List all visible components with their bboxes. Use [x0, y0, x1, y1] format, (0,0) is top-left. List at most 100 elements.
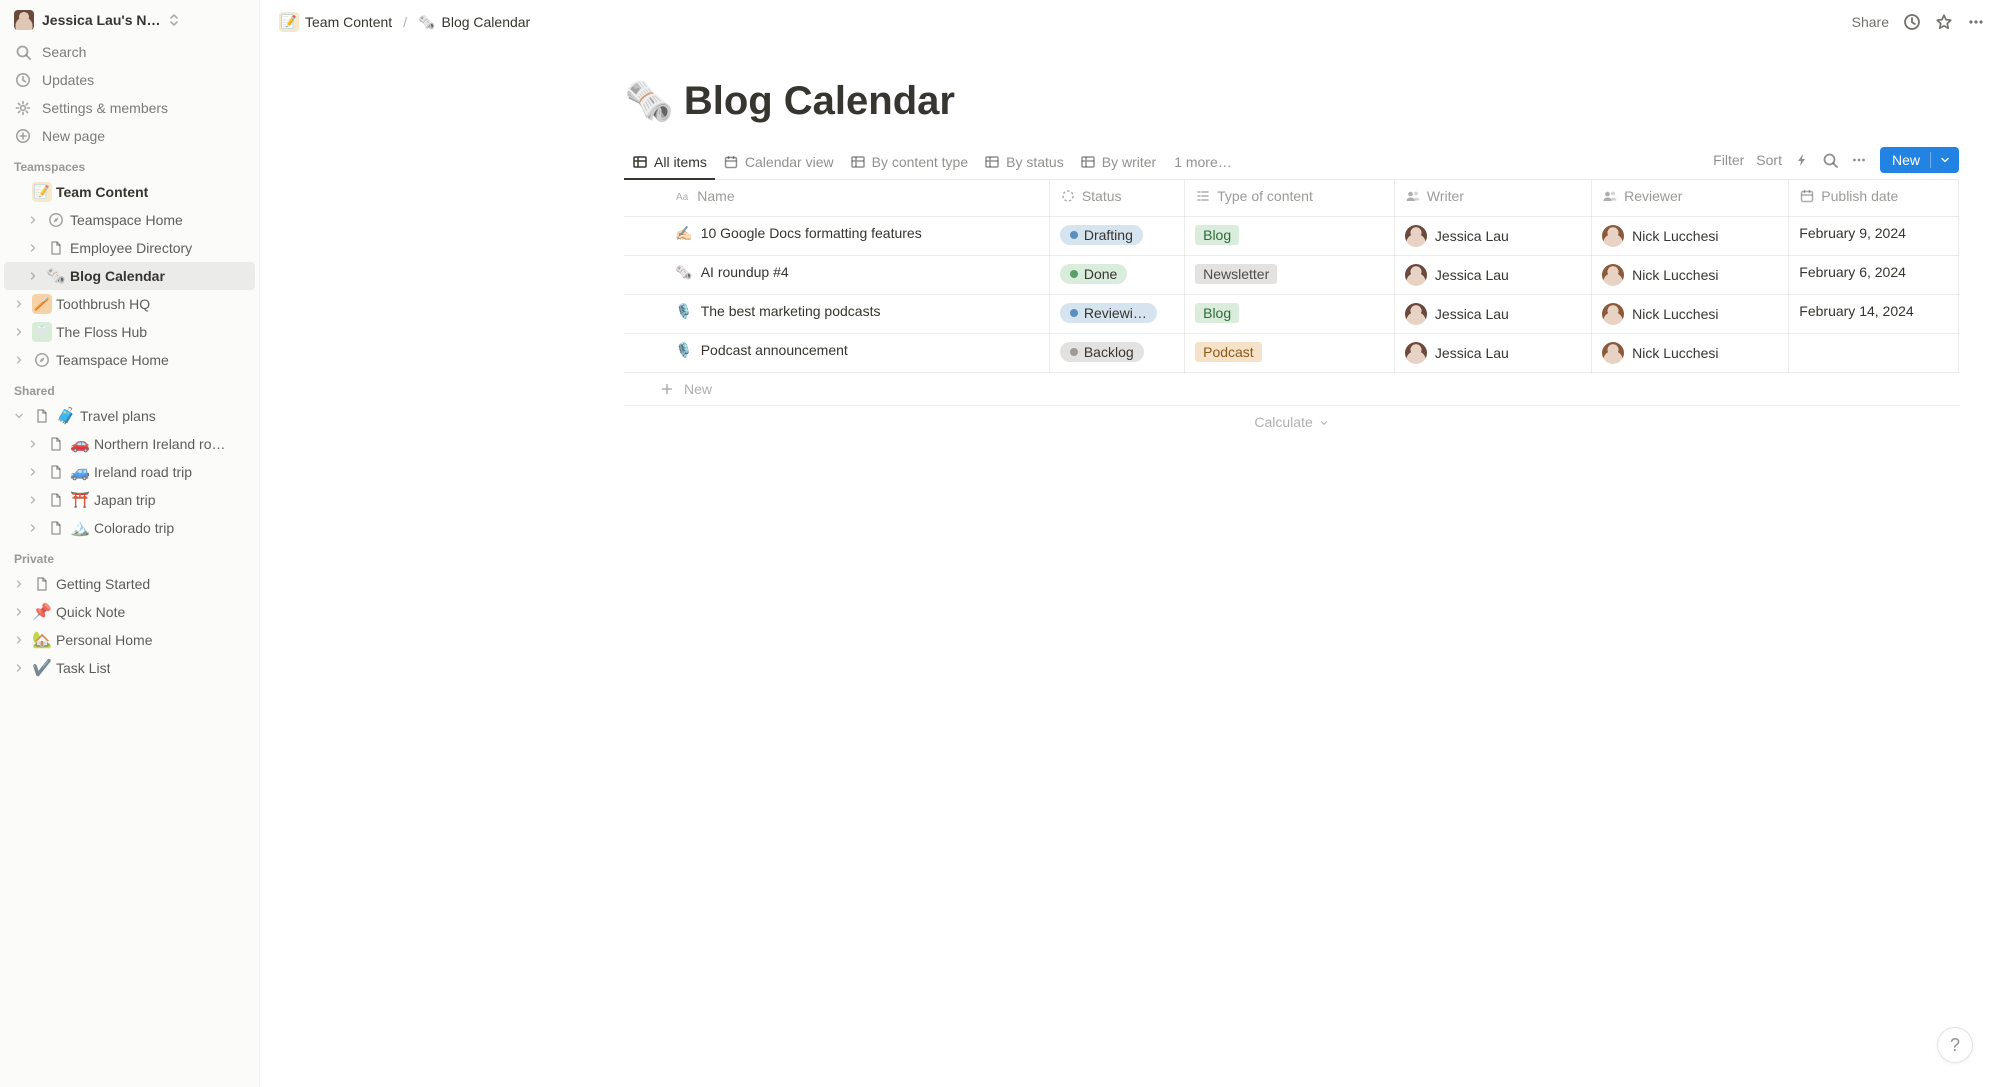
- sidebar-item[interactable]: 📝 Team Content: [4, 178, 255, 206]
- sidebar-item[interactable]: 🏔️ Colorado trip: [4, 514, 255, 542]
- chevron-right-icon[interactable]: [24, 239, 42, 257]
- page-title-text[interactable]: Blog Calendar: [684, 79, 955, 124]
- cell-type[interactable]: Blog: [1185, 216, 1395, 255]
- breadcrumb-item[interactable]: 🗞️Blog Calendar: [413, 11, 535, 34]
- page-title-icon[interactable]: 🗞️: [624, 78, 674, 125]
- cell-reviewer[interactable]: Nick Lucchesi: [1592, 216, 1789, 255]
- column-header[interactable]: Name: [665, 180, 1049, 216]
- table-row[interactable]: 🎙️ Podcast announcement Backlog Podcast …: [624, 333, 1959, 372]
- page-title[interactable]: 🗞️ Blog Calendar: [624, 78, 1959, 125]
- cell-reviewer[interactable]: Nick Lucchesi: [1592, 333, 1789, 372]
- cell-writer[interactable]: Jessica Lau: [1394, 333, 1591, 372]
- cell-writer[interactable]: Jessica Lau: [1394, 255, 1591, 294]
- nav-updates[interactable]: Updates: [4, 66, 255, 94]
- updates-button[interactable]: [1903, 13, 1921, 31]
- workspace-switcher[interactable]: Jessica Lau's N…: [4, 6, 255, 38]
- chevron-right-icon[interactable]: [10, 631, 28, 649]
- sidebar-item[interactable]: 🚗 Northern Ireland ro…: [4, 430, 255, 458]
- sidebar-item[interactable]: 🏡 Personal Home: [4, 626, 255, 654]
- column-header[interactable]: Reviewer: [1592, 180, 1789, 216]
- cell-status[interactable]: Done: [1049, 255, 1184, 294]
- sidebar-item[interactable]: 🗞️ Blog Calendar: [4, 262, 255, 290]
- share-button[interactable]: Share: [1852, 14, 1889, 30]
- calculate-label: Calculate: [1254, 414, 1312, 430]
- sidebar-item[interactable]: Teamspace Home: [4, 346, 255, 374]
- chevron-right-icon[interactable]: [10, 351, 28, 369]
- chevron-right-icon[interactable]: [24, 463, 42, 481]
- cell-name[interactable]: 🎙️ The best marketing podcasts: [665, 294, 1049, 333]
- chevron-right-icon[interactable]: [24, 267, 42, 285]
- cell-type[interactable]: Blog: [1185, 294, 1395, 333]
- help-button[interactable]: ?: [1937, 1027, 1973, 1063]
- sidebar-item[interactable]: 🧳 Travel plans: [4, 402, 255, 430]
- chevron-right-icon[interactable]: [10, 323, 28, 341]
- chevron-right-icon[interactable]: [10, 295, 28, 313]
- cell-type[interactable]: Podcast: [1185, 333, 1395, 372]
- sidebar-item[interactable]: 📌 Quick Note: [4, 598, 255, 626]
- cell-publish-date[interactable]: February 6, 2024: [1789, 255, 1959, 294]
- cell-publish-date[interactable]: February 14, 2024: [1789, 294, 1959, 333]
- search-db-button[interactable]: [1822, 152, 1838, 168]
- sidebar-item-label: Travel plans: [80, 408, 156, 424]
- filter-button[interactable]: Filter: [1713, 152, 1744, 168]
- column-header[interactable]: Type of content: [1185, 180, 1395, 216]
- view-tab[interactable]: By status: [976, 148, 1072, 179]
- add-row-button[interactable]: New: [624, 373, 1959, 406]
- chevron-right-icon[interactable]: [10, 575, 28, 593]
- cell-writer[interactable]: Jessica Lau: [1394, 216, 1591, 255]
- section-private: Private: [4, 542, 255, 570]
- table-row[interactable]: ✍🏻 10 Google Docs formatting features Dr…: [624, 216, 1959, 255]
- new-row-button[interactable]: New: [1880, 147, 1959, 173]
- view-tab[interactable]: By content type: [842, 148, 977, 179]
- cell-publish-date[interactable]: February 9, 2024: [1789, 216, 1959, 255]
- cell-reviewer[interactable]: Nick Lucchesi: [1592, 294, 1789, 333]
- view-tab[interactable]: All items: [624, 148, 715, 180]
- favorite-button[interactable]: [1935, 13, 1953, 31]
- breadcrumb-item[interactable]: 📝Team Content: [274, 9, 397, 35]
- db-more-button[interactable]: [1850, 152, 1868, 168]
- sidebar-item[interactable]: ⛩️ Japan trip: [4, 486, 255, 514]
- chevron-right-icon[interactable]: [24, 435, 42, 453]
- sort-button[interactable]: Sort: [1756, 152, 1782, 168]
- chevron-right-icon[interactable]: [24, 491, 42, 509]
- chevron-right-icon[interactable]: [10, 603, 28, 621]
- chevron-right-icon[interactable]: [24, 519, 42, 537]
- calculate-row[interactable]: Calculate: [624, 406, 1959, 438]
- chevron-down-icon: [1319, 418, 1329, 428]
- nav-search[interactable]: Search: [4, 38, 255, 66]
- cell-publish-date[interactable]: [1789, 333, 1959, 372]
- cell-writer[interactable]: Jessica Lau: [1394, 294, 1591, 333]
- cell-name[interactable]: 🗞️ AI roundup #4: [665, 255, 1049, 294]
- view-tab[interactable]: Calendar view: [715, 148, 842, 179]
- column-header[interactable]: Writer: [1394, 180, 1591, 216]
- chevron-right-icon[interactable]: [10, 659, 28, 677]
- sidebar-item[interactable]: Getting Started: [4, 570, 255, 598]
- sidebar-item[interactable]: 🪥 Toothbrush HQ: [4, 290, 255, 318]
- table-row[interactable]: 🎙️ The best marketing podcasts Reviewi… …: [624, 294, 1959, 333]
- column-header[interactable]: Status: [1049, 180, 1184, 216]
- view-tab[interactable]: By writer: [1072, 148, 1164, 179]
- sidebar-item[interactable]: Teamspace Home: [4, 206, 255, 234]
- column-header[interactable]: Publish date: [1789, 180, 1959, 216]
- document-icon: [32, 406, 52, 426]
- sidebar-item[interactable]: Employee Directory: [4, 234, 255, 262]
- nav-new-page[interactable]: New page: [4, 122, 255, 150]
- cell-name[interactable]: ✍🏻 10 Google Docs formatting features: [665, 216, 1049, 255]
- chevron-right-icon[interactable]: [24, 211, 42, 229]
- views-more[interactable]: 1 more…: [1166, 148, 1240, 178]
- nav-settings[interactable]: Settings & members: [4, 94, 255, 122]
- sidebar-item[interactable]: 🚙 Ireland road trip: [4, 458, 255, 486]
- sidebar-item[interactable]: ✔️ Task List: [4, 654, 255, 682]
- cell-status[interactable]: Drafting: [1049, 216, 1184, 255]
- cell-status[interactable]: Backlog: [1049, 333, 1184, 372]
- cell-name[interactable]: 🎙️ Podcast announcement: [665, 333, 1049, 372]
- sidebar-item[interactable]: 🦷 The Floss Hub: [4, 318, 255, 346]
- cell-status[interactable]: Reviewi…: [1049, 294, 1184, 333]
- row-icon: 🎙️: [675, 342, 692, 359]
- chevron-down-icon[interactable]: [10, 407, 28, 425]
- automations-button[interactable]: [1794, 152, 1810, 168]
- cell-type[interactable]: Newsletter: [1185, 255, 1395, 294]
- more-button[interactable]: [1967, 13, 1985, 31]
- cell-reviewer[interactable]: Nick Lucchesi: [1592, 255, 1789, 294]
- table-row[interactable]: 🗞️ AI roundup #4 Done Newsletter Jessica…: [624, 255, 1959, 294]
